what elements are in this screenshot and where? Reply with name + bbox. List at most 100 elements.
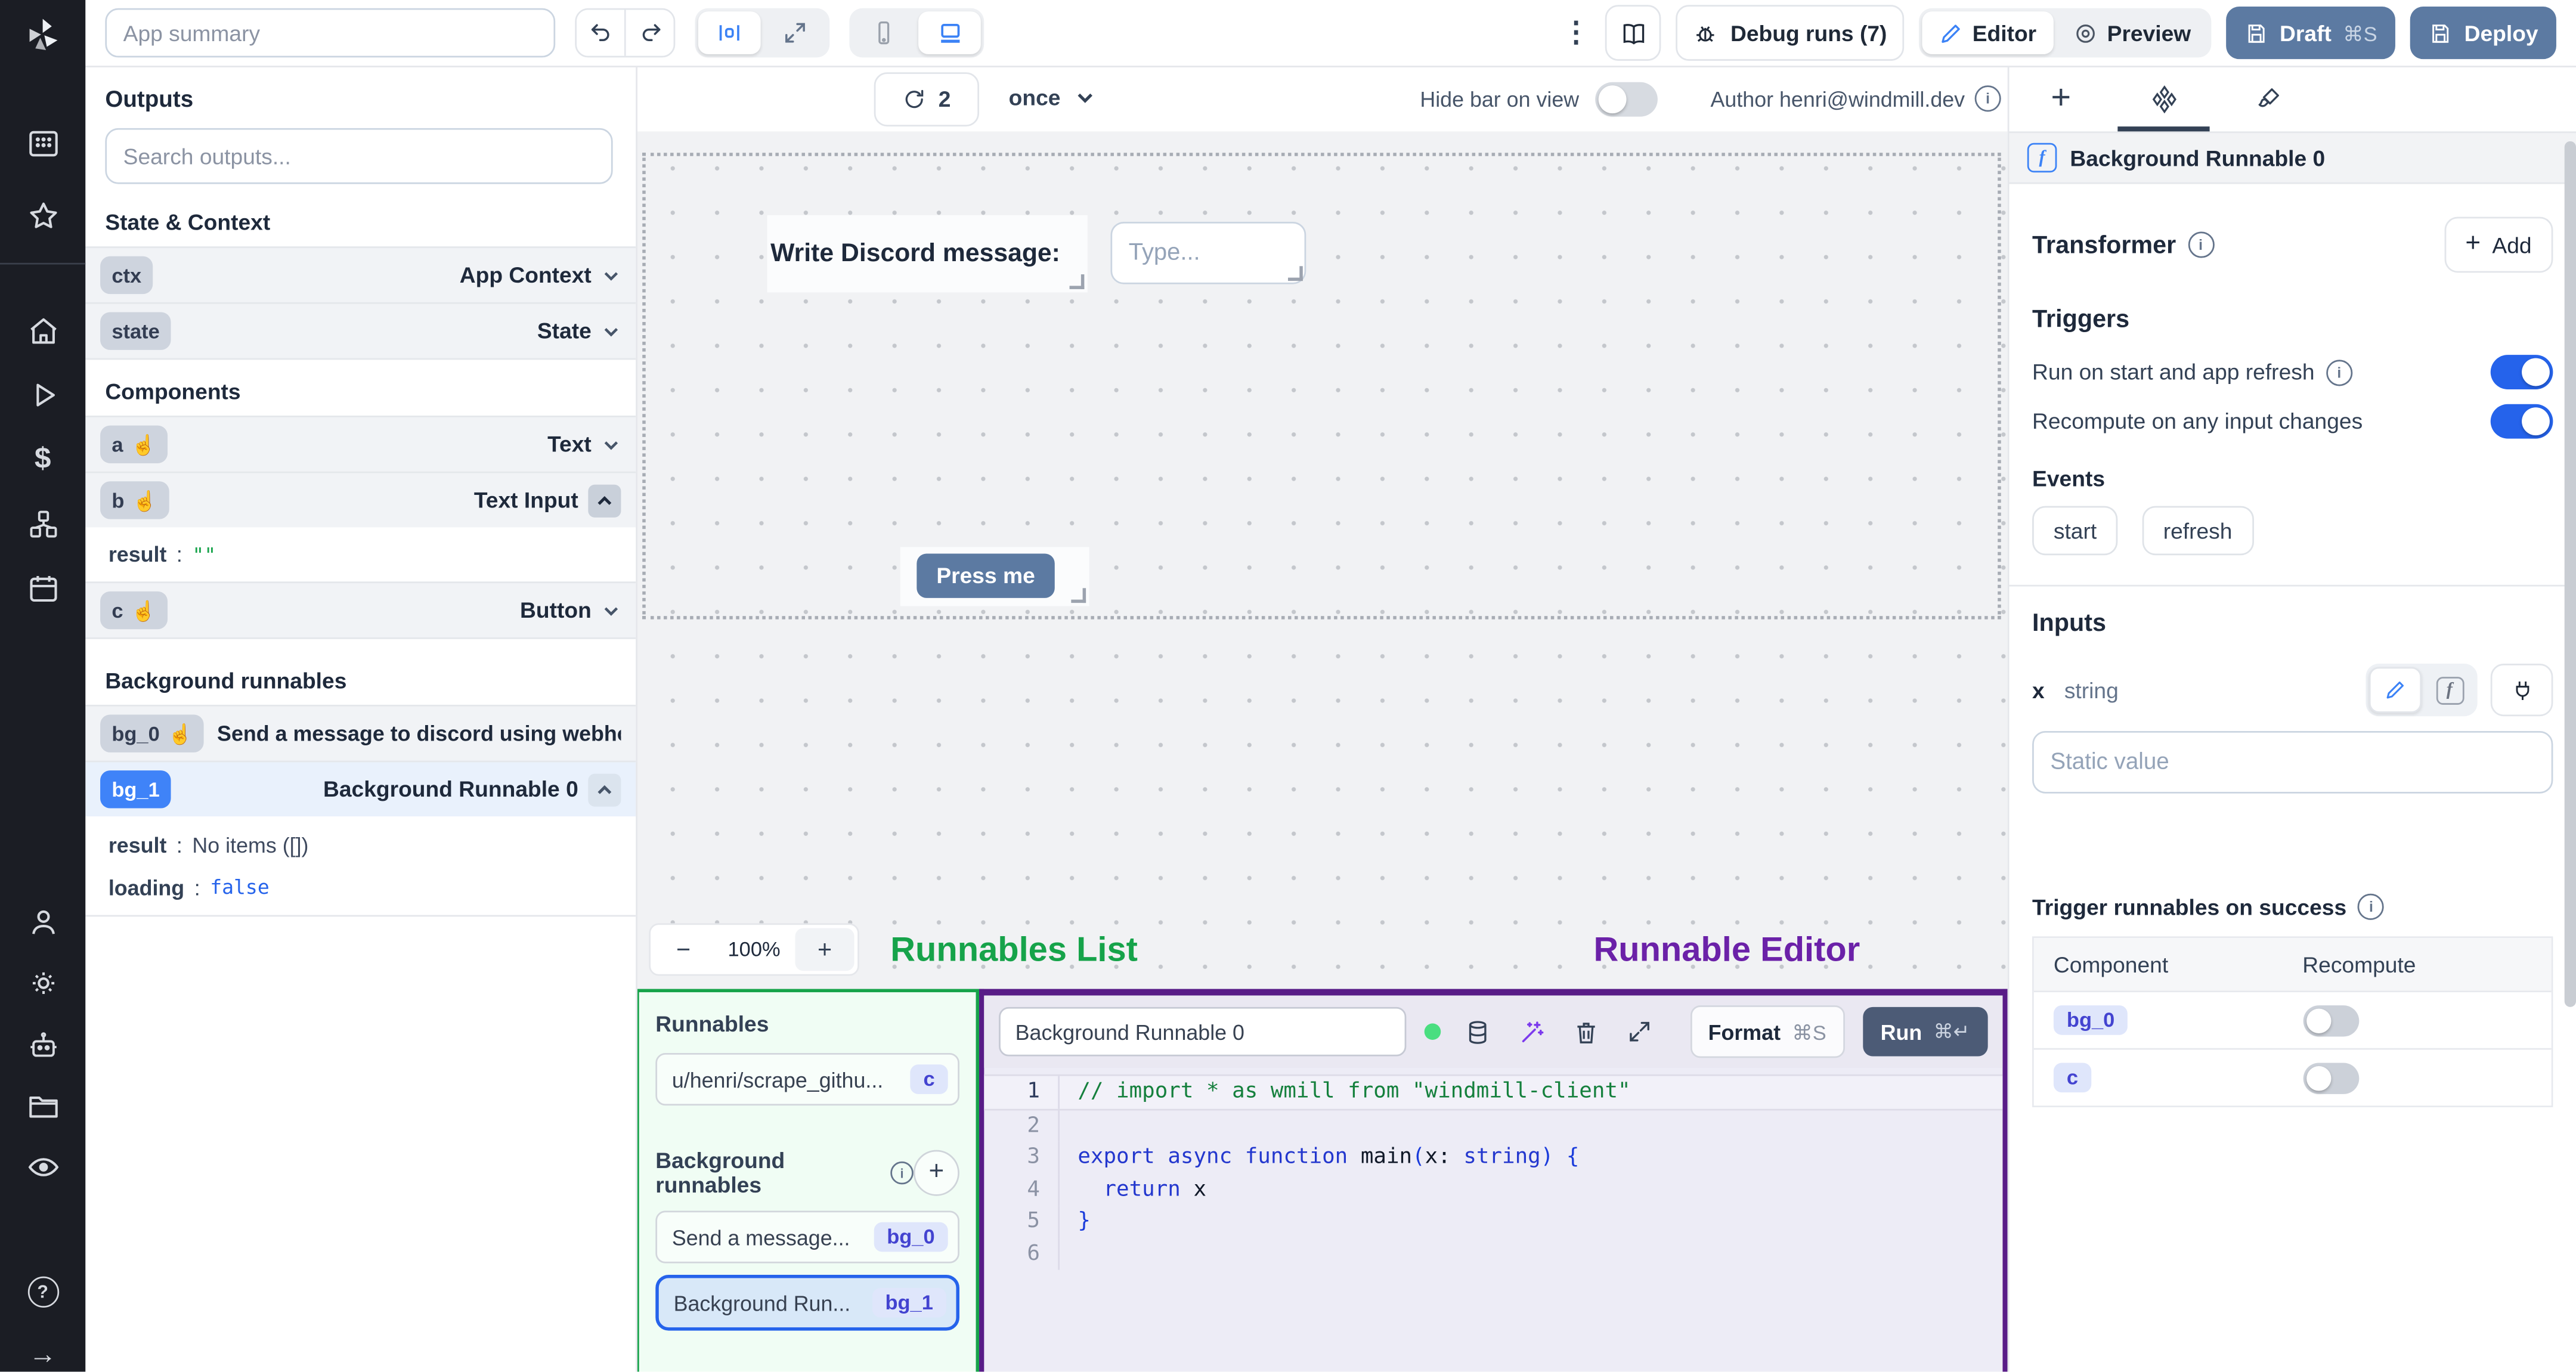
help-icon[interactable]: ? <box>0 1276 85 1308</box>
connect-input-button[interactable] <box>2490 664 2553 717</box>
eval-mode-button[interactable]: f <box>2425 668 2475 711</box>
static-mode-button[interactable] <box>2368 667 2422 713</box>
resize-handle[interactable] <box>1071 588 1086 603</box>
tab-editor[interactable]: Editor <box>1921 11 2053 54</box>
add-background-runnable-button[interactable]: + <box>913 1150 959 1196</box>
workers-robot-icon[interactable] <box>0 1029 85 1063</box>
chevron-down-icon[interactable] <box>601 265 621 285</box>
tab-component-settings[interactable] <box>2113 66 2216 131</box>
output-row-state[interactable]: state State <box>85 302 636 360</box>
bg1-loading-value: false <box>210 875 270 899</box>
output-row-b[interactable]: b ☝ Text Input <box>85 471 636 528</box>
collapse-button[interactable] <box>588 773 621 806</box>
canvas-area[interactable]: Write Discord message: Press me − 100% +… <box>636 131 2008 1372</box>
resize-handle[interactable] <box>1287 266 1303 281</box>
format-button[interactable]: Format ⌘S <box>1690 1005 1845 1058</box>
bg1-loading-row: loading: false <box>85 865 636 917</box>
audit-eye-icon[interactable] <box>0 1150 85 1185</box>
run-on-start-toggle[interactable] <box>2490 355 2553 389</box>
code-line: 6 <box>984 1237 2002 1270</box>
a-type-label: Text <box>547 432 592 457</box>
zoom-in-button[interactable]: + <box>795 928 854 971</box>
app-summary-input[interactable] <box>105 8 556 58</box>
info-icon[interactable]: i <box>890 1161 914 1185</box>
docs-book-button[interactable] <box>1605 5 1662 61</box>
output-row-bg0[interactable]: bg_0 ☝ Send a message to discord using we… <box>85 704 636 761</box>
deploy-button[interactable]: Deploy <box>2410 7 2556 60</box>
user-icon[interactable] <box>0 905 85 940</box>
folders-icon[interactable] <box>0 1089 85 1124</box>
favorites-star-icon[interactable] <box>0 199 85 233</box>
chevron-down-icon[interactable] <box>601 321 621 341</box>
schedules-calendar-icon[interactable] <box>0 572 85 606</box>
info-icon[interactable]: i <box>2358 893 2385 920</box>
output-row-ctx[interactable]: ctx App Context <box>85 246 636 302</box>
c-badge[interactable]: c <box>2053 1063 2092 1093</box>
info-icon[interactable]: i <box>2326 358 2352 386</box>
info-icon[interactable]: i <box>1974 85 2001 112</box>
recompute-toggle[interactable] <box>2490 404 2553 439</box>
run-button[interactable]: Run ⌘↵ <box>1862 1006 1988 1057</box>
mobile-icon <box>878 21 890 45</box>
hide-bar-toggle[interactable] <box>1595 81 1658 116</box>
code-editor[interactable]: 1 // import * as wmill from "windmill-cl… <box>984 1068 2003 1270</box>
tab-preview[interactable]: Preview <box>2056 11 2207 54</box>
search-outputs-input[interactable] <box>105 128 613 184</box>
press-me-button[interactable]: Press me <box>917 553 1055 598</box>
undo-button[interactable] <box>577 10 626 56</box>
center-layout-button[interactable] <box>698 11 761 54</box>
runnable-item-scrape-github[interactable]: u/henri/scrape_githu... c <box>655 1053 959 1106</box>
apps-grid-icon[interactable] <box>0 126 85 161</box>
windmill-logo[interactable] <box>0 15 85 54</box>
more-menu-button[interactable]: ⋮ <box>1561 17 1591 49</box>
resize-handle[interactable] <box>1069 274 1085 289</box>
add-transformer-button[interactable]: + Add <box>2444 216 2553 273</box>
info-icon[interactable]: i <box>2187 231 2214 258</box>
recompute-bg0-toggle[interactable] <box>2302 1004 2358 1036</box>
chevron-down-icon[interactable] <box>601 435 621 454</box>
cache-db-button[interactable] <box>1459 1018 1496 1046</box>
runnable-item-bg1-selected[interactable]: Background Run... bg_1 <box>655 1274 959 1331</box>
output-row-a[interactable]: a ☝ Text <box>85 416 636 472</box>
scrollbar-thumb[interactable] <box>2564 141 2576 1007</box>
ai-assist-button[interactable] <box>1513 1018 1549 1046</box>
redo-button[interactable] <box>626 10 674 56</box>
event-chip-start[interactable]: start <box>2032 506 2119 556</box>
collapse-button[interactable] <box>588 484 621 517</box>
debug-runs-button[interactable]: Debug runs (7) <box>1676 5 1903 61</box>
static-value-input[interactable] <box>2032 731 2553 794</box>
refresh-mode-dropdown[interactable]: once <box>999 72 1105 123</box>
runnable-item-bg0[interactable]: Send a message... bg_0 <box>655 1210 959 1263</box>
event-chip-refresh[interactable]: refresh <box>2141 506 2254 556</box>
tab-insert-component[interactable]: + <box>2009 66 2113 131</box>
fullwidth-layout-button[interactable] <box>764 11 826 54</box>
canvas-layout-group <box>695 8 830 58</box>
variables-dollar-icon[interactable]: $ <box>0 442 85 476</box>
output-row-bg1[interactable]: bg_1 Background Runnable 0 <box>85 760 636 817</box>
collapse-arrow-icon[interactable]: → <box>0 1339 85 1371</box>
draft-button[interactable]: Draft ⌘S <box>2225 7 2395 60</box>
pointer-hand-icon: ☝ <box>131 432 156 456</box>
desktop-view-button[interactable] <box>918 11 981 54</box>
tab-styling[interactable] <box>2216 66 2320 131</box>
pointer-hand-icon: ☝ <box>132 488 157 512</box>
bg0-badge[interactable]: bg_0 <box>2053 1005 2128 1035</box>
expand-editor-button[interactable] <box>1621 1018 1658 1045</box>
mobile-view-button[interactable] <box>853 11 915 54</box>
chevron-down-icon[interactable] <box>601 600 621 620</box>
text-component[interactable]: Write Discord message: <box>767 215 1088 293</box>
recompute-c-toggle[interactable] <box>2302 1062 2358 1094</box>
input-name: x <box>2032 677 2045 702</box>
home-icon[interactable] <box>0 314 85 348</box>
runs-play-icon[interactable] <box>0 378 85 413</box>
refresh-count-button[interactable]: 2 <box>874 72 980 127</box>
textinput-field[interactable] <box>1110 221 1306 284</box>
pencil-icon <box>1941 24 1959 42</box>
settings-gear-icon[interactable] <box>0 966 85 1001</box>
resources-hub-icon[interactable] <box>0 507 85 542</box>
output-row-c[interactable]: c ☝ Button <box>85 581 636 639</box>
settings-tabs: + <box>2009 66 2576 132</box>
runnable-name-input[interactable] <box>999 1006 1407 1057</box>
delete-runnable-button[interactable] <box>1567 1018 1603 1046</box>
zoom-out-button[interactable]: − <box>654 928 713 971</box>
